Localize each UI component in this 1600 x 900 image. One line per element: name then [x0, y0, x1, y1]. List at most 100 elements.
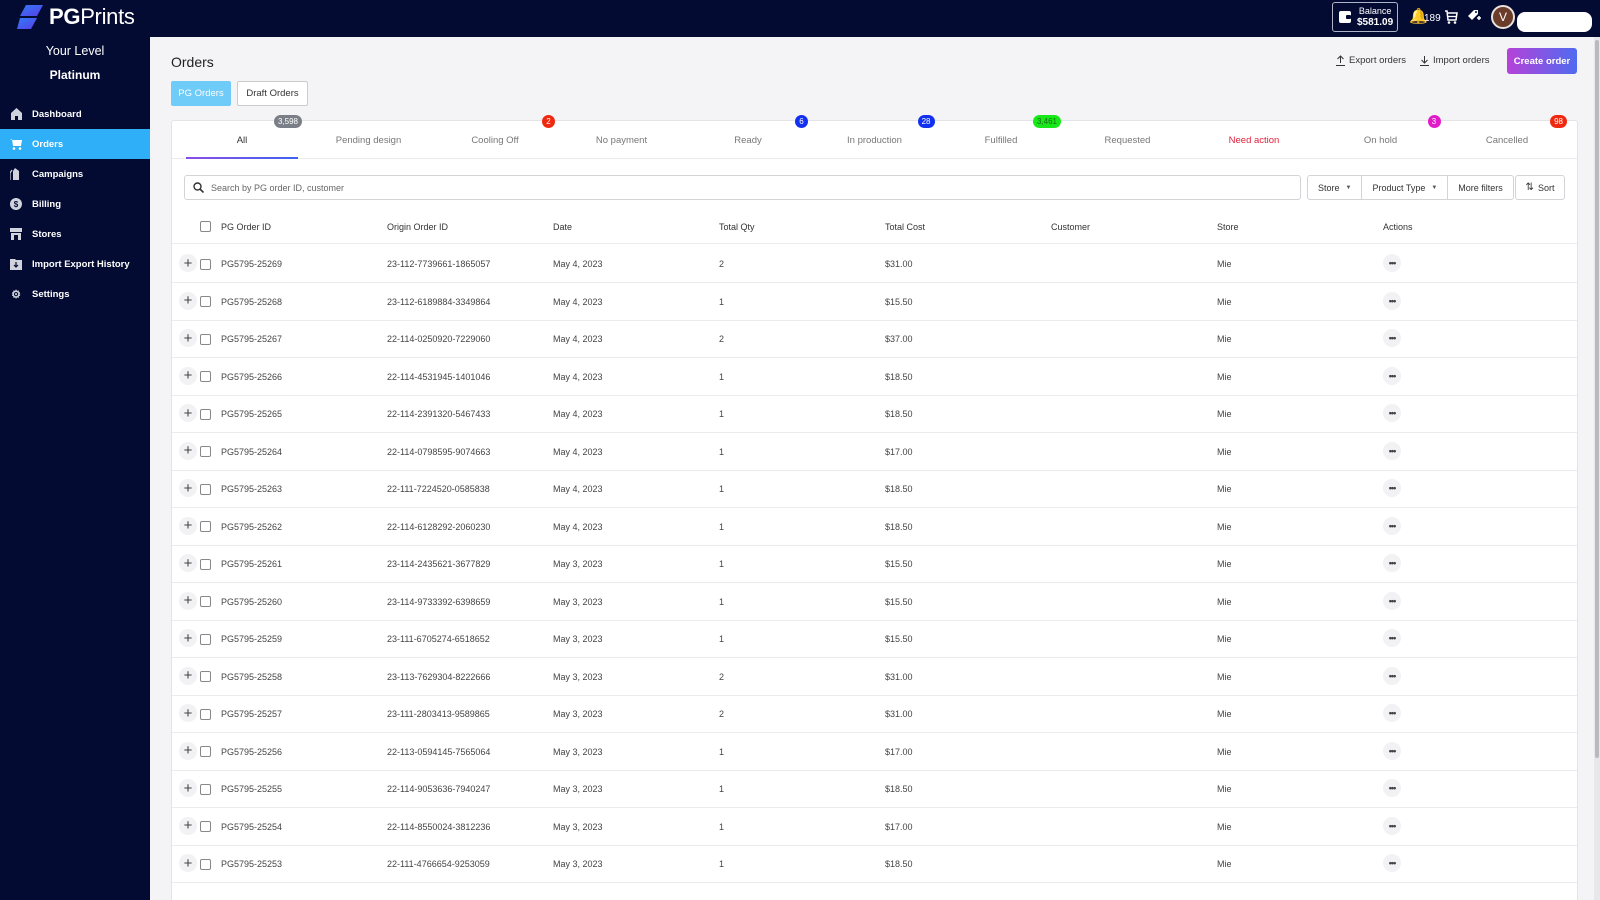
expand-row-icon[interactable]: +: [179, 741, 197, 760]
expand-row-icon[interactable]: +: [179, 366, 197, 385]
expand-row-icon[interactable]: +: [179, 854, 197, 872]
pg-order-id-cell[interactable]: PG5795-25267: [221, 320, 282, 358]
pg-order-id-cell[interactable]: PG5795-25259: [221, 620, 282, 658]
table-row[interactable]: + PG5795-25262 22-114-6128292-2060230 May 4…: [172, 508, 1577, 546]
more-actions-icon[interactable]: •••: [1383, 854, 1401, 872]
import-orders-button[interactable]: Import orders: [1420, 55, 1490, 66]
table-row[interactable]: + PG5795-25269 23-112-7739661-1865057 May 4…: [172, 245, 1577, 283]
more-actions-icon[interactable]: •••: [1383, 404, 1401, 422]
page-scroll-thumb[interactable]: [1595, 40, 1599, 758]
row-checkbox[interactable]: [200, 845, 211, 883]
pg-order-id-cell[interactable]: PG5795-25261: [221, 545, 282, 583]
row-checkbox[interactable]: [200, 658, 211, 696]
sidebar-item-import-export-history[interactable]: Import Export History: [0, 249, 150, 279]
more-actions-icon[interactable]: •••: [1383, 704, 1401, 722]
more-actions-icon[interactable]: •••: [1383, 254, 1401, 272]
pg-order-id-cell[interactable]: PG5795-25257: [221, 695, 282, 733]
pg-order-id-cell[interactable]: PG5795-25253: [221, 845, 282, 883]
table-row[interactable]: + PG5795-25265 22-114-2391320-5467433 May 4…: [172, 395, 1577, 433]
search-box[interactable]: [184, 175, 1301, 200]
pg-order-id-cell[interactable]: PG5795-25256: [221, 733, 282, 771]
tab-pg-orders[interactable]: PG Orders: [171, 81, 231, 106]
pg-order-id-cell[interactable]: PG5795-25268: [221, 283, 282, 321]
row-checkbox[interactable]: [200, 808, 211, 846]
pg-order-id-cell[interactable]: PG5795-25269: [221, 245, 282, 283]
row-checkbox[interactable]: [200, 358, 211, 396]
row-checkbox[interactable]: [200, 733, 211, 771]
expand-row-icon[interactable]: +: [179, 516, 197, 535]
sidebar-item-stores[interactable]: Stores: [0, 219, 150, 249]
tab-draft-orders[interactable]: Draft Orders: [237, 81, 308, 106]
create-order-button[interactable]: Create order: [1507, 48, 1577, 74]
logo[interactable]: PGPrints: [17, 4, 135, 30]
more-actions-icon[interactable]: •••: [1383, 816, 1401, 835]
table-row[interactable]: + PG5795-25268 23-112-6189884-3349864 May 4…: [172, 283, 1577, 321]
pg-order-id-cell[interactable]: PG5795-25264: [221, 433, 282, 471]
table-row[interactable]: + PG5795-25261 23-114-2435621-3677829 May 3…: [172, 545, 1577, 583]
tab-no-payment[interactable]: No payment: [559, 121, 685, 159]
more-actions-icon[interactable]: •••: [1383, 329, 1401, 347]
table-row[interactable]: + PG5795-25267 22-114-0250920-7229060 May 4…: [172, 320, 1577, 358]
more-actions-icon[interactable]: •••: [1383, 591, 1401, 610]
tab-in-production[interactable]: In production 28: [812, 115, 938, 159]
table-row[interactable]: + PG5795-25263 22-111-7224520-0585838 May 4…: [172, 470, 1577, 508]
more-actions-icon[interactable]: •••: [1383, 479, 1401, 497]
more-actions-icon[interactable]: •••: [1383, 741, 1401, 760]
expand-row-icon[interactable]: +: [179, 441, 197, 460]
pg-order-id-cell[interactable]: PG5795-25266: [221, 358, 282, 396]
tab-pending-design[interactable]: Pending design: [306, 121, 432, 159]
tab-on-hold[interactable]: On hold 3: [1318, 115, 1444, 159]
search-input[interactable]: [211, 182, 1211, 193]
cart-icon[interactable]: [1444, 9, 1458, 25]
expand-row-icon[interactable]: +: [179, 629, 197, 647]
more-actions-icon[interactable]: •••: [1383, 291, 1401, 310]
more-actions-icon[interactable]: •••: [1383, 441, 1401, 460]
tab-cooling-off[interactable]: Cooling Off 2: [432, 115, 558, 159]
more-actions-icon[interactable]: •••: [1383, 366, 1401, 385]
expand-row-icon[interactable]: +: [179, 254, 197, 272]
sidebar-item-dashboard[interactable]: Dashboard: [0, 99, 150, 129]
pg-order-id-cell[interactable]: PG5795-25265: [221, 395, 282, 433]
tab-requested[interactable]: Requested: [1065, 121, 1191, 159]
export-orders-button[interactable]: Export orders: [1336, 55, 1406, 66]
row-checkbox[interactable]: [200, 245, 211, 283]
table-row[interactable]: + PG5795-25255 22-114-9053636-7940247 May 3…: [172, 770, 1577, 808]
row-checkbox[interactable]: [200, 545, 211, 583]
row-checkbox[interactable]: [200, 433, 211, 471]
expand-row-icon[interactable]: +: [179, 666, 197, 685]
pg-order-id-cell[interactable]: PG5795-25254: [221, 808, 282, 846]
sidebar-item-orders[interactable]: Orders: [0, 129, 150, 159]
row-checkbox[interactable]: [200, 770, 211, 808]
expand-row-icon[interactable]: +: [179, 591, 197, 610]
table-row[interactable]: + PG5795-25258 23-113-7629304-8222666 May 3…: [172, 658, 1577, 696]
more-actions-icon[interactable]: •••: [1383, 666, 1401, 685]
more-actions-icon[interactable]: •••: [1383, 629, 1401, 647]
row-checkbox[interactable]: [200, 470, 211, 508]
table-row[interactable]: + PG5795-25257 23-111-2803413-9589865 May 3…: [172, 695, 1577, 733]
pg-order-id-cell[interactable]: PG5795-25255: [221, 770, 282, 808]
store-filter[interactable]: Store ▼: [1308, 176, 1363, 199]
row-checkbox[interactable]: [200, 395, 211, 433]
table-row[interactable]: + PG5795-25256 22-113-0594145-7565064 May 3…: [172, 733, 1577, 771]
row-checkbox[interactable]: [200, 283, 211, 321]
table-row[interactable]: + PG5795-25259 23-111-6705274-6518652 May 3…: [172, 620, 1577, 658]
more-actions-icon[interactable]: •••: [1383, 516, 1401, 535]
row-checkbox[interactable]: [200, 620, 211, 658]
tab-need-action[interactable]: Need action: [1191, 121, 1317, 159]
sidebar-item-billing[interactable]: $ Billing: [0, 189, 150, 219]
more-actions-icon[interactable]: •••: [1383, 779, 1401, 797]
table-row[interactable]: + PG5795-25260 23-114-9733392-6398659 May 3…: [172, 583, 1577, 621]
expand-row-icon[interactable]: +: [179, 779, 197, 797]
add-tag-icon[interactable]: [1467, 9, 1481, 23]
pg-order-id-cell[interactable]: PG5795-25260: [221, 583, 282, 621]
tab-fulfilled[interactable]: Fulfilled 3,461: [938, 115, 1064, 159]
expand-row-icon[interactable]: +: [179, 291, 197, 310]
pg-order-id-cell[interactable]: PG5795-25263: [221, 470, 282, 508]
pg-order-id-cell[interactable]: PG5795-25262: [221, 508, 282, 546]
expand-row-icon[interactable]: +: [179, 554, 197, 572]
sort-button[interactable]: ⇅ Sort: [1515, 175, 1565, 200]
expand-row-icon[interactable]: +: [179, 479, 197, 497]
tab-ready[interactable]: Ready 6: [685, 115, 811, 159]
user-avatar[interactable]: V: [1491, 5, 1515, 29]
row-checkbox[interactable]: [200, 508, 211, 546]
